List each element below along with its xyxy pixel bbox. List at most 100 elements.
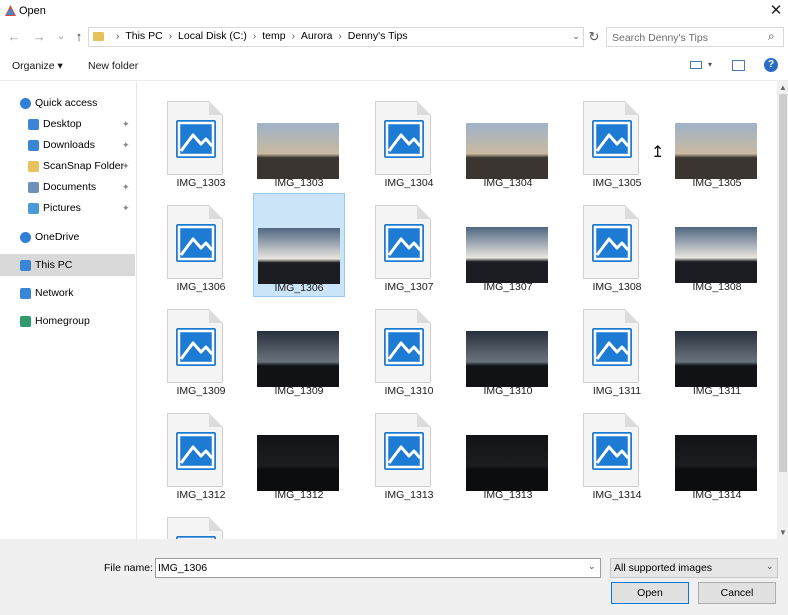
sidebar-item-this-pc[interactable]: This PC	[0, 254, 135, 276]
file-item[interactable]: IMG_1309	[155, 297, 247, 401]
image-file-icon	[375, 205, 431, 279]
file-item[interactable]: IMG_1303	[155, 89, 247, 193]
sidebar-item-onedrive[interactable]: OneDrive	[0, 226, 135, 248]
sidebar-item-label: OneDrive	[35, 231, 80, 243]
photo-app-icon	[592, 120, 632, 158]
breadcrumb-separator-icon[interactable]: ›	[338, 31, 341, 42]
sidebar-item-documents[interactable]: Documents ✦	[0, 176, 135, 198]
file-item[interactable]: IMG_1313	[363, 401, 455, 505]
file-item[interactable]: IMG_1308	[671, 193, 763, 297]
scroll-down-icon[interactable]: ▼	[779, 528, 787, 537]
open-button[interactable]: Open	[611, 582, 689, 604]
breadcrumb-item[interactable]: temp	[262, 30, 285, 42]
sidebar-item-desktop[interactable]: Desktop ✦	[0, 113, 135, 135]
file-item[interactable]: IMG_1303	[253, 89, 345, 193]
file-item[interactable]: IMG_1304	[462, 89, 554, 193]
scrollbar-thumb[interactable]	[779, 94, 787, 472]
sidebar-item-label: This PC	[35, 259, 73, 271]
search-icon[interactable]: ⌕	[768, 29, 782, 43]
breadcrumb-separator-icon[interactable]: ›	[253, 31, 256, 42]
sidebar-item-pictures[interactable]: Pictures ✦	[0, 197, 135, 219]
new-folder-button[interactable]: New folder	[88, 60, 138, 72]
image-file-icon	[375, 413, 431, 487]
file-item[interactable]: IMG_1314	[571, 401, 663, 505]
change-view-icon[interactable]	[690, 61, 702, 69]
file-item[interactable]	[253, 505, 345, 539]
breadcrumb-item[interactable]: Aurora	[301, 30, 333, 42]
cancel-button[interactable]: Cancel	[698, 582, 776, 604]
forward-icon[interactable]: →	[31, 29, 47, 45]
file-type-value: All supported images	[614, 562, 713, 574]
file-name-label: IMG_1314	[592, 489, 642, 501]
file-item[interactable]: IMG_1304	[363, 89, 455, 193]
photo-thumbnail	[675, 331, 757, 387]
close-icon[interactable]: ✕	[764, 0, 788, 22]
refresh-icon[interactable]: ↻	[587, 29, 601, 45]
file-item[interactable]: IMG_1314	[671, 401, 763, 505]
help-icon[interactable]: ?	[764, 58, 778, 72]
pin-icon[interactable]: ✦	[122, 140, 130, 151]
photo-app-icon	[176, 432, 216, 470]
documents-icon	[28, 181, 39, 193]
breadcrumb-item[interactable]: Local Disk (C:)	[178, 30, 247, 42]
breadcrumb-item[interactable]: Denny's Tips	[348, 30, 408, 42]
address-dropdown-icon[interactable]: ⌄	[570, 31, 582, 43]
sidebar-item-label: Downloads	[43, 139, 95, 151]
file-item[interactable]: IMG_1312	[155, 401, 247, 505]
file-name-label: IMG_1309	[176, 385, 226, 397]
file-item[interactable]: IMG_1310	[462, 297, 554, 401]
image-file-icon	[167, 413, 223, 487]
photo-thumbnail	[466, 331, 548, 387]
photo-thumbnail	[466, 435, 548, 491]
pin-icon[interactable]: ✦	[122, 119, 130, 130]
sidebar-item-network[interactable]: Network	[0, 282, 135, 304]
sidebar-item-scansnap-folder[interactable]: ScanSnap Folder ✦	[0, 155, 135, 177]
scroll-up-icon[interactable]: ▲	[779, 83, 787, 92]
image-file-icon	[583, 413, 639, 487]
preview-pane-icon[interactable]	[732, 60, 745, 71]
breadcrumb-item[interactable]: This PC	[125, 30, 162, 42]
organize-button[interactable]: Organize ▾	[12, 60, 63, 72]
file-type-dropdown-icon[interactable]: ⌄	[766, 561, 774, 572]
pin-icon[interactable]: ✦	[122, 182, 130, 193]
pin-icon[interactable]: ✦	[122, 161, 130, 172]
sidebar-item-label: Desktop	[43, 118, 82, 130]
pin-icon[interactable]: ✦	[122, 203, 130, 214]
file-item[interactable]: IMG_1306	[253, 193, 345, 297]
file-item[interactable]: IMG_1305	[671, 89, 763, 193]
image-file-icon	[375, 309, 431, 383]
file-name-label: IMG_1308	[692, 281, 742, 293]
back-icon[interactable]: ←	[6, 29, 22, 45]
file-item[interactable]: IMG_1305	[571, 89, 663, 193]
photo-thumbnail	[675, 227, 757, 283]
image-file-icon	[583, 205, 639, 279]
file-item[interactable]: IMG_1311	[671, 297, 763, 401]
file-item[interactable]: IMG_1306	[155, 193, 247, 297]
breadcrumb-separator-icon[interactable]: ›	[292, 31, 295, 42]
breadcrumb-separator-icon[interactable]: ›	[116, 31, 119, 42]
file-item[interactable]: IMG_1308	[571, 193, 663, 297]
image-file-icon	[583, 101, 639, 175]
file-item[interactable]: IMG_1309	[253, 297, 345, 401]
file-item[interactable]: IMG_1307	[462, 193, 554, 297]
star-icon	[20, 97, 31, 109]
file-item[interactable]: IMG_1310	[363, 297, 455, 401]
file-item[interactable]	[155, 505, 247, 539]
recent-locations-icon[interactable]: ⌄	[53, 29, 69, 45]
image-file-icon	[167, 101, 223, 175]
sidebar-item-homegroup[interactable]: Homegroup	[0, 310, 135, 332]
file-item[interactable]: IMG_1313	[462, 401, 554, 505]
sidebar-item-downloads[interactable]: Downloads ✦	[0, 134, 135, 156]
file-item[interactable]: IMG_1312	[253, 401, 345, 505]
file-name-label: IMG_1310	[483, 385, 533, 397]
sidebar-item-quick-access[interactable]: Quick access	[0, 92, 135, 114]
homegroup-icon	[20, 315, 31, 327]
breadcrumb-separator-icon[interactable]: ›	[169, 31, 172, 42]
pictures-icon	[28, 202, 39, 214]
up-icon[interactable]: ↑	[71, 29, 87, 45]
file-name-dropdown-icon[interactable]: ⌄	[588, 561, 596, 572]
file-name-input[interactable]	[155, 558, 601, 578]
file-item[interactable]: IMG_1307	[363, 193, 455, 297]
view-options-dropdown-icon[interactable]: ▾	[708, 60, 712, 69]
file-item[interactable]: IMG_1311	[571, 297, 663, 401]
